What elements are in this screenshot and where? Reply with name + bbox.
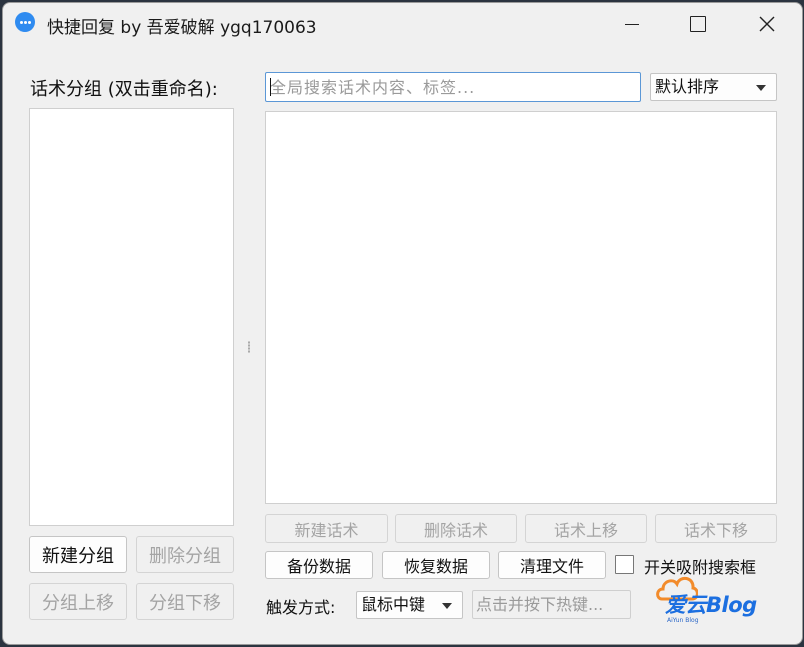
- search-input[interactable]: [265, 72, 641, 102]
- maximize-icon: [690, 16, 706, 32]
- move-group-down-button[interactable]: 分组下移: [136, 583, 234, 620]
- hotkey-input[interactable]: 点击并按下热键...: [472, 590, 631, 619]
- close-button[interactable]: [740, 3, 794, 45]
- maximize-button[interactable]: [670, 3, 724, 45]
- app-window: 快捷回复 by 吾爱破解 ygq170063 话术分组 (双击重命名): 新建分…: [2, 2, 803, 645]
- new-group-button[interactable]: 新建分组: [29, 536, 127, 573]
- text-cursor: [270, 78, 271, 96]
- chevron-down-icon: [442, 603, 452, 609]
- blog-watermark: 爱云Blog AiYun Blog: [653, 565, 783, 625]
- group-list[interactable]: [29, 108, 234, 526]
- delete-group-button[interactable]: 删除分组: [136, 536, 234, 573]
- sort-select-value: 默认排序: [655, 77, 720, 96]
- attach-search-checkbox[interactable]: [615, 555, 634, 574]
- watermark-text: 爱云Blog: [665, 593, 757, 617]
- title-bar[interactable]: 快捷回复 by 吾爱破解 ygq170063: [3, 3, 802, 45]
- splitter-handle[interactable]: [248, 341, 250, 353]
- window-title: 快捷回复 by 吾爱破解 ygq170063: [47, 18, 317, 38]
- trigger-select-value: 鼠标中键: [361, 595, 426, 614]
- watermark-subtext: AiYun Blog: [667, 617, 699, 624]
- delete-script-button[interactable]: 删除话术: [395, 514, 517, 543]
- backup-data-button[interactable]: 备份数据: [265, 551, 373, 579]
- close-icon: [759, 16, 775, 32]
- restore-data-button[interactable]: 恢复数据: [382, 551, 490, 579]
- chevron-down-icon: [756, 85, 766, 91]
- trigger-select[interactable]: 鼠标中键: [356, 591, 463, 619]
- move-script-down-button[interactable]: 话术下移: [655, 514, 777, 543]
- minimize-icon: [625, 24, 639, 25]
- trigger-label: 触发方式:: [266, 598, 336, 617]
- clean-files-button[interactable]: 清理文件: [498, 551, 606, 579]
- group-list-heading: 话术分组 (双击重命名):: [30, 79, 218, 100]
- sort-select[interactable]: 默认排序: [650, 73, 777, 101]
- chat-bubble-icon: [15, 12, 35, 32]
- move-script-up-button[interactable]: 话术上移: [525, 514, 647, 543]
- new-script-button[interactable]: 新建话术: [265, 514, 388, 543]
- move-group-up-button[interactable]: 分组上移: [29, 583, 127, 620]
- minimize-button[interactable]: [604, 3, 658, 45]
- script-list[interactable]: [265, 111, 777, 504]
